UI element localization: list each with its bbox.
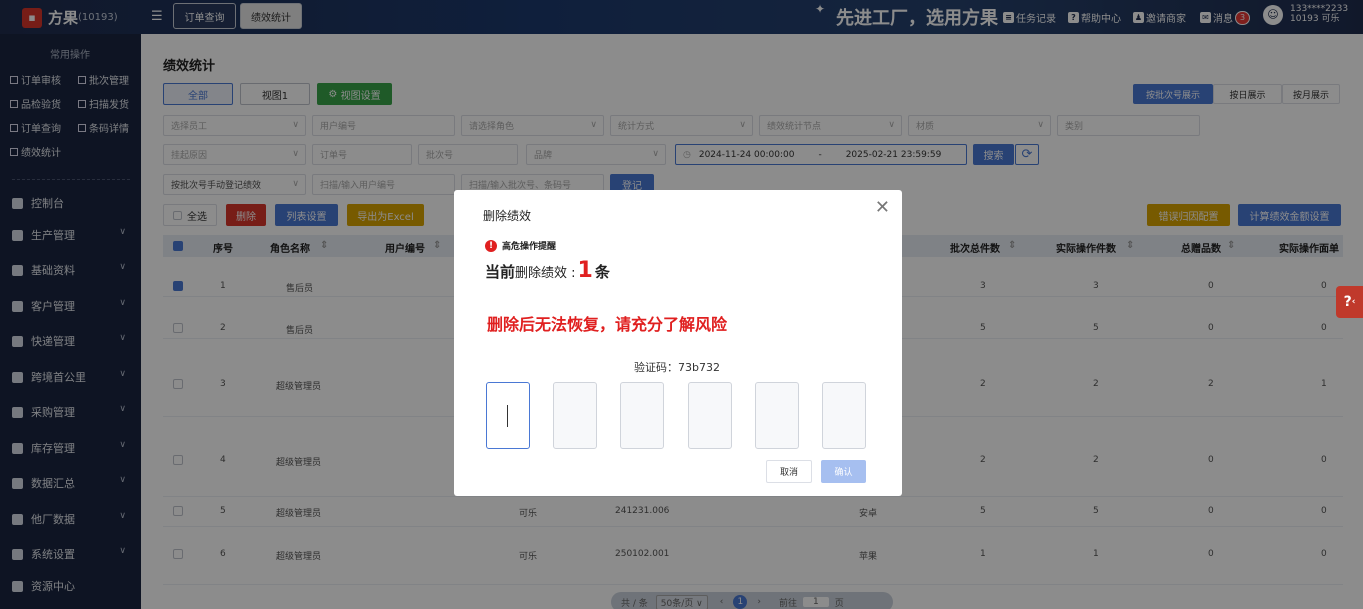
warning-text: 高危操作提醒 xyxy=(502,242,557,252)
text-caret xyxy=(507,405,508,427)
confirm-button[interactable]: 确认 xyxy=(821,460,866,483)
close-icon[interactable]: ✕ xyxy=(875,197,890,218)
cancel-button[interactable]: 取消 xyxy=(766,460,812,483)
code-input-4[interactable] xyxy=(688,382,732,449)
risk-warning: 删除后无法恢复，请充分了解风险 xyxy=(487,315,728,334)
code-input-1[interactable] xyxy=(486,382,530,449)
alert-icon: ! xyxy=(485,239,497,252)
help-tab-label: ? xyxy=(1343,294,1352,310)
code-input-6[interactable] xyxy=(822,382,866,449)
code-input-3[interactable] xyxy=(620,382,664,449)
delete-count: 1 xyxy=(577,258,593,283)
danger-warning: ! 高危操作提醒 xyxy=(485,239,556,252)
help-tab[interactable]: ? ‹ xyxy=(1336,286,1363,318)
code-input-5[interactable] xyxy=(755,382,799,449)
chevron-left-icon: ‹ xyxy=(1351,297,1356,307)
dialog-title: 删除绩效 xyxy=(483,209,532,223)
current-prefix: 当前 xyxy=(485,263,516,281)
current-mid: 删除绩效 : xyxy=(515,266,576,281)
delete-count-line: 当前 删除绩效 : 1 条 xyxy=(485,258,610,283)
code-input-2[interactable] xyxy=(553,382,597,449)
count-suffix: 条 xyxy=(594,263,610,281)
delete-dialog: 删除绩效 ✕ ! 高危操作提醒 当前 删除绩效 : 1 条 删除后无法恢复，请充分… xyxy=(454,190,902,496)
verification-code: 验证码：73b732 xyxy=(634,361,720,374)
